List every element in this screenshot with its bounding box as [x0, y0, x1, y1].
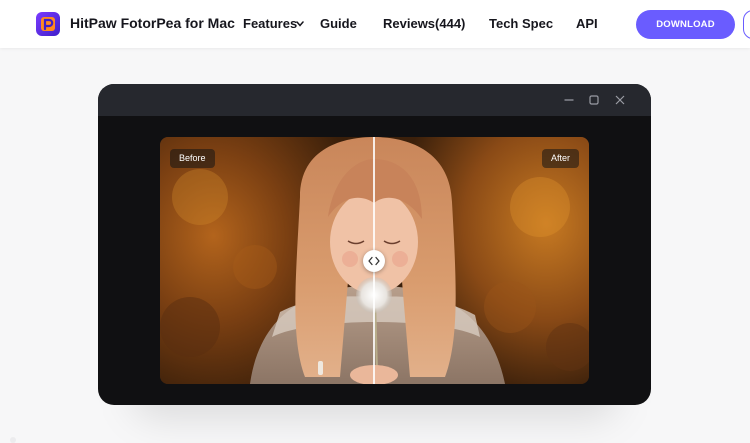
- maximize-icon[interactable]: [588, 94, 600, 106]
- before-after-compare-view[interactable]: Before After: [160, 137, 589, 384]
- nav-item-features[interactable]: Features: [243, 16, 297, 31]
- before-label: Before: [170, 149, 215, 168]
- compare-arrows-icon[interactable]: [363, 250, 385, 272]
- after-label: After: [541, 149, 579, 168]
- nav-item-tech-spec[interactable]: Tech Spec: [489, 16, 553, 31]
- fotorpea-logo-icon[interactable]: [36, 12, 60, 36]
- decorative-dot: [10, 437, 16, 443]
- top-navigation-bar: HitPaw FotorPea for Mac Features Guide R…: [0, 0, 750, 48]
- secondary-button-cutoff[interactable]: [743, 10, 750, 39]
- app-window: Before After: [98, 84, 651, 405]
- brand-name[interactable]: HitPaw FotorPea for Mac: [70, 15, 235, 31]
- download-button[interactable]: DOWNLOAD: [636, 10, 735, 39]
- nav-item-api[interactable]: API: [576, 16, 598, 31]
- nav-item-guide[interactable]: Guide: [320, 16, 357, 31]
- chevron-down-icon[interactable]: [296, 21, 304, 27]
- nav-item-reviews[interactable]: Reviews(444): [383, 16, 465, 31]
- minimize-icon[interactable]: [563, 94, 575, 106]
- window-titlebar: [98, 84, 651, 116]
- close-icon[interactable]: [614, 94, 626, 106]
